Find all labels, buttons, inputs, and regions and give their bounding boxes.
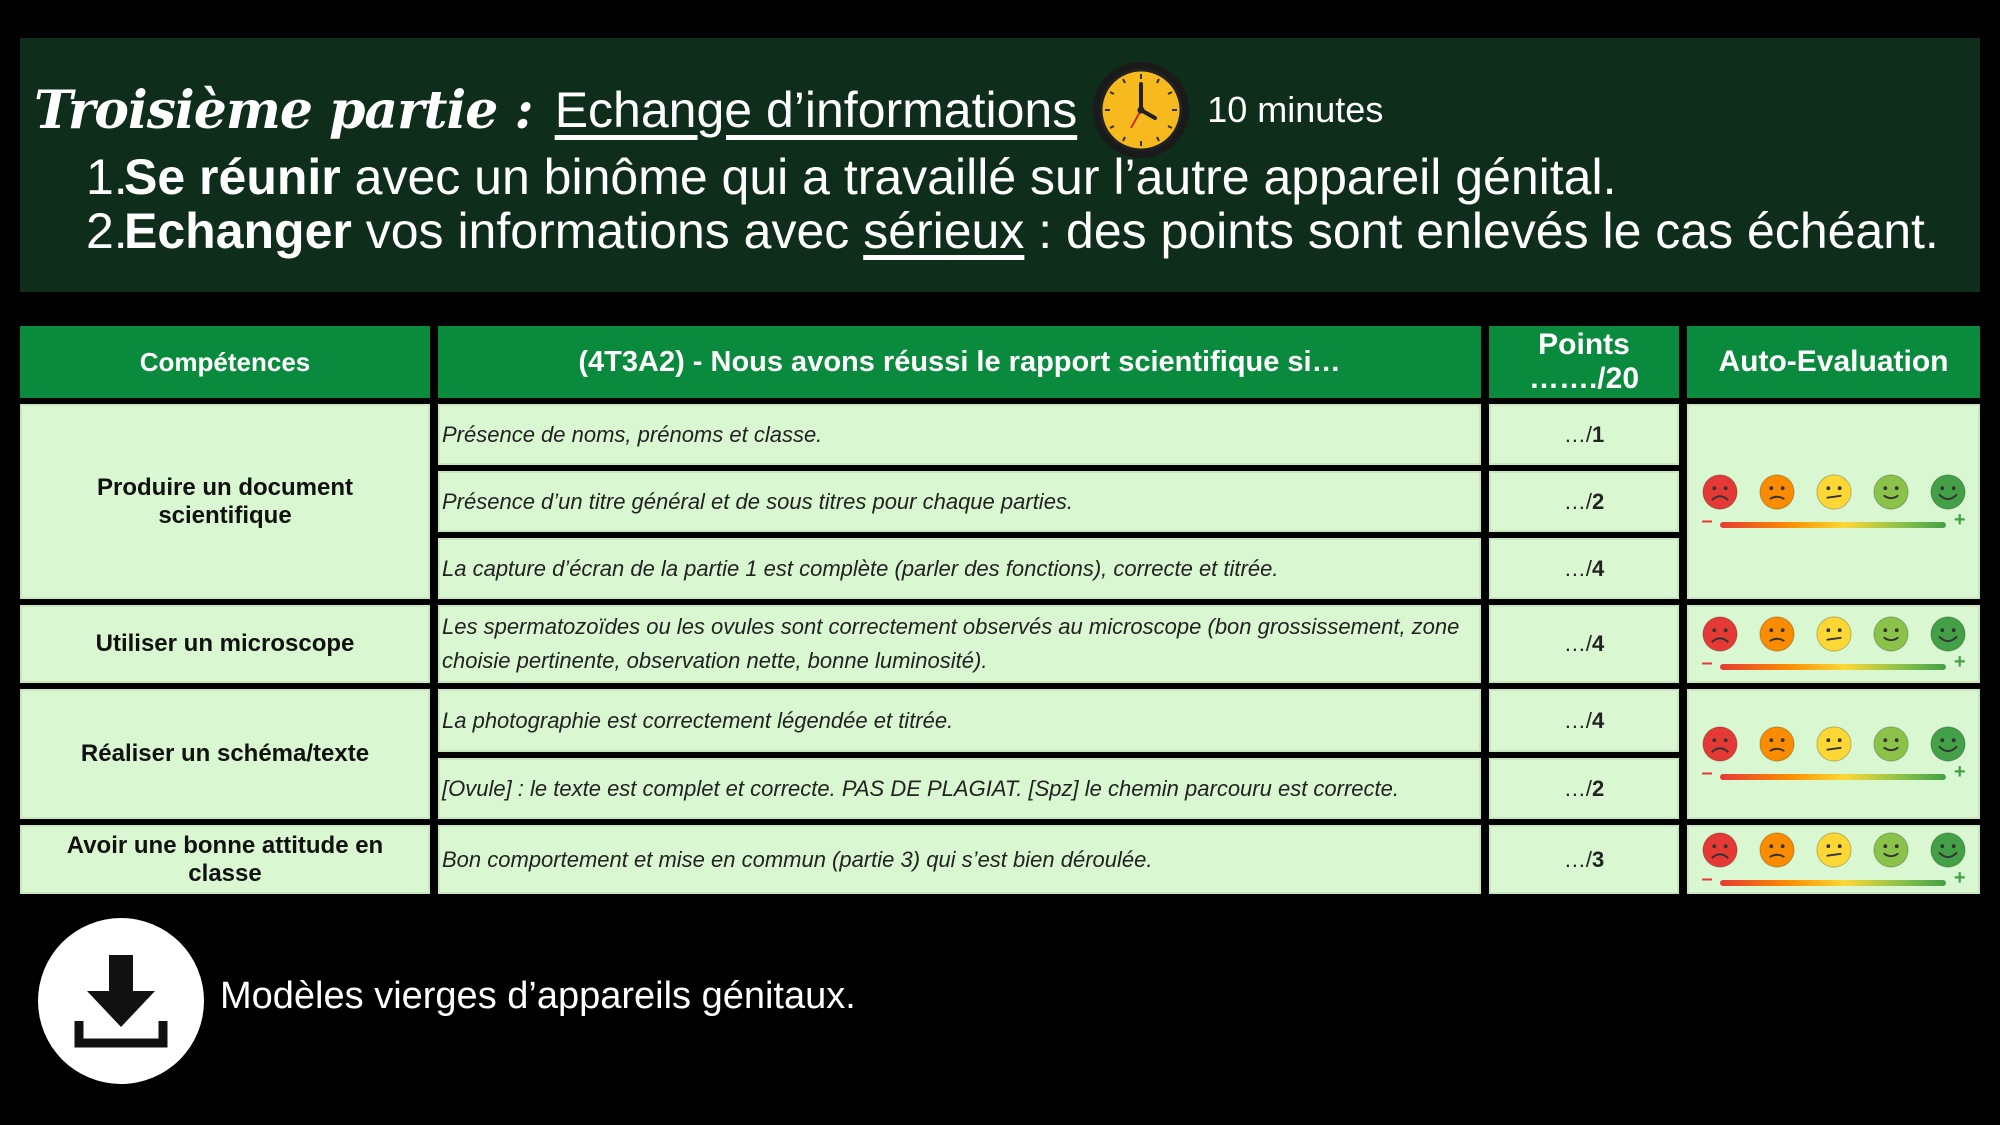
very-sad-face-icon[interactable] (1701, 473, 1739, 511)
instruction-step: 1.Se réunir avec un binôme qui a travail… (86, 149, 1617, 205)
evaluation-rubric: Compétences (4T3A2) - Nous avons réussi … (20, 326, 1980, 894)
step-verb: Se réunir (124, 149, 341, 205)
criterion-cell: [Ovule] : le texte est complet et correc… (438, 758, 1481, 819)
instructions-panel: Troisième partie : Echange d’information… (20, 38, 1980, 292)
plus-label: + (1953, 508, 1966, 531)
criterion-cell: Bon comportement et mise en commun (part… (438, 825, 1481, 894)
plus-label: + (1953, 651, 1966, 673)
sad-face-icon[interactable] (1758, 831, 1796, 869)
neutral-face-icon[interactable] (1815, 473, 1853, 511)
emphasis-word: sérieux (863, 203, 1025, 259)
minus-label: – (1701, 867, 1713, 890)
happy-face-icon[interactable] (1929, 473, 1967, 511)
happy-face-icon[interactable] (1929, 615, 1967, 653)
emoji-scale (1701, 831, 1967, 869)
sad-face-icon[interactable] (1758, 615, 1796, 653)
criterion-cell: Les spermatozoïdes ou les ovules sont co… (438, 605, 1481, 683)
criterion-cell: Présence de noms, prénoms et classe. (438, 404, 1481, 465)
gradient-bar (1719, 774, 1946, 780)
smile-face-icon[interactable] (1872, 725, 1910, 763)
smile-face-icon[interactable] (1872, 831, 1910, 869)
criterion-cell: La capture d’écran de la partie 1 est co… (438, 538, 1481, 599)
neutral-face-icon[interactable] (1815, 725, 1853, 763)
step-verb: Echanger (124, 203, 352, 259)
rating-gradient-bar: – + (1700, 509, 1968, 532)
sad-face-icon[interactable] (1758, 473, 1796, 511)
header-competences: Compétences (20, 326, 430, 398)
rating-gradient-bar: – + (1700, 651, 1968, 674)
download-link[interactable]: Modèles vierges d’appareils génitaux. (220, 975, 856, 1018)
section-subject: Echange d’informations (554, 82, 1078, 138)
gradient-bar (1719, 664, 1946, 670)
sad-face-icon[interactable] (1758, 725, 1796, 763)
criterion-cell: Présence d’un titre général et de sous t… (438, 471, 1481, 532)
smile-face-icon[interactable] (1872, 473, 1910, 511)
duration-label: 10 minutes (1207, 89, 1384, 130)
competence-cell: Produire un document scientifique (20, 404, 430, 599)
part-label: Troisième partie : (34, 79, 534, 141)
points-cell: …/4 (1489, 605, 1679, 683)
neutral-face-icon[interactable] (1815, 831, 1853, 869)
clock-icon (1093, 62, 1190, 158)
competence-cell: Utiliser un microscope (20, 605, 430, 683)
emoji-scale (1701, 473, 1967, 511)
points-cell: …/2 (1489, 758, 1679, 819)
points-cell: …/1 (1489, 404, 1679, 465)
gradient-bar (1719, 521, 1946, 528)
emoji-scale (1701, 725, 1967, 763)
points-cell: …/4 (1489, 538, 1679, 599)
minus-label: – (1701, 509, 1713, 532)
download-icon (74, 955, 168, 1048)
very-sad-face-icon[interactable] (1701, 725, 1739, 763)
gradient-bar (1719, 879, 1946, 886)
points-cell: …/2 (1489, 471, 1679, 532)
self-evaluation-cell: – + (1687, 404, 1980, 599)
instruction-step: 2.Echanger vos informations avec sérieux… (86, 203, 1939, 259)
header-criteria: (4T3A2) - Nous avons réussi le rapport s… (438, 326, 1481, 398)
minus-label: – (1701, 652, 1713, 674)
rating-gradient-bar: – + (1700, 867, 1968, 890)
self-evaluation-cell: – + (1687, 605, 1980, 683)
points-cell: …/4 (1489, 689, 1679, 752)
download-button[interactable] (38, 918, 204, 1084)
points-cell: …/3 (1489, 825, 1679, 894)
competence-cell: Avoir une bonne attitude en classe (20, 825, 430, 894)
criterion-cell: La photographie est correctement légendé… (438, 689, 1481, 752)
header-self-evaluation: Auto-Evaluation (1687, 326, 1980, 398)
very-sad-face-icon[interactable] (1701, 831, 1739, 869)
minus-label: – (1701, 762, 1713, 784)
smile-face-icon[interactable] (1872, 615, 1910, 653)
plus-label: + (1953, 866, 1966, 889)
plus-label: + (1953, 761, 1966, 783)
self-evaluation-cell: – + (1687, 689, 1980, 819)
neutral-face-icon[interactable] (1815, 615, 1853, 653)
rating-gradient-bar: – + (1700, 761, 1968, 784)
competence-cell: Réaliser un schéma/texte (20, 689, 430, 819)
happy-face-icon[interactable] (1929, 831, 1967, 869)
header-points: Points ……./20 (1489, 326, 1679, 398)
very-sad-face-icon[interactable] (1701, 615, 1739, 653)
instruction-steps: 1.Se réunir avec un binôme qui a travail… (86, 150, 1939, 258)
section-title: Troisième partie : Echange d’information… (34, 60, 1383, 160)
self-evaluation-cell: – + (1687, 825, 1980, 894)
happy-face-icon[interactable] (1929, 725, 1967, 763)
emoji-scale (1701, 615, 1967, 653)
